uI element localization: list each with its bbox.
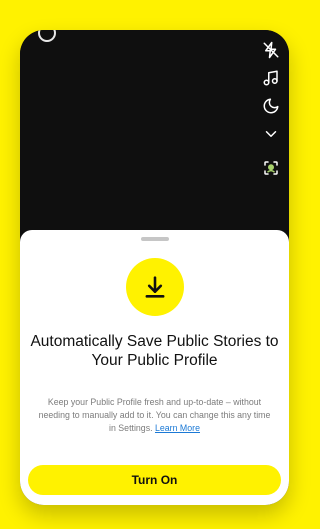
download-icon-circle [125, 258, 184, 316]
sheet-description: Keep your Public Profile fresh and up-to… [38, 396, 271, 435]
learn-more-link[interactable]: Learn More [155, 423, 200, 433]
camera-toolbar [259, 38, 283, 184]
lens-scan-icon[interactable] [259, 156, 283, 180]
download-icon [145, 276, 164, 298]
turn-on-button[interactable]: Turn On [28, 465, 281, 495]
camera-preview [20, 30, 289, 230]
sheet-grabber[interactable] [140, 237, 169, 241]
moon-icon[interactable] [259, 94, 283, 118]
settings-circle-icon[interactable] [38, 30, 56, 42]
flash-off-icon[interactable] [259, 38, 283, 62]
music-note-icon[interactable] [259, 66, 283, 90]
chevron-down-icon[interactable] [259, 122, 283, 146]
sheet-title: Automatically Save Public Stories to You… [30, 333, 279, 369]
phone-frame: Automatically Save Public Stories to You… [20, 30, 289, 505]
turn-on-label: Turn On [131, 473, 178, 487]
bottom-sheet: Automatically Save Public Stories to You… [20, 230, 289, 505]
